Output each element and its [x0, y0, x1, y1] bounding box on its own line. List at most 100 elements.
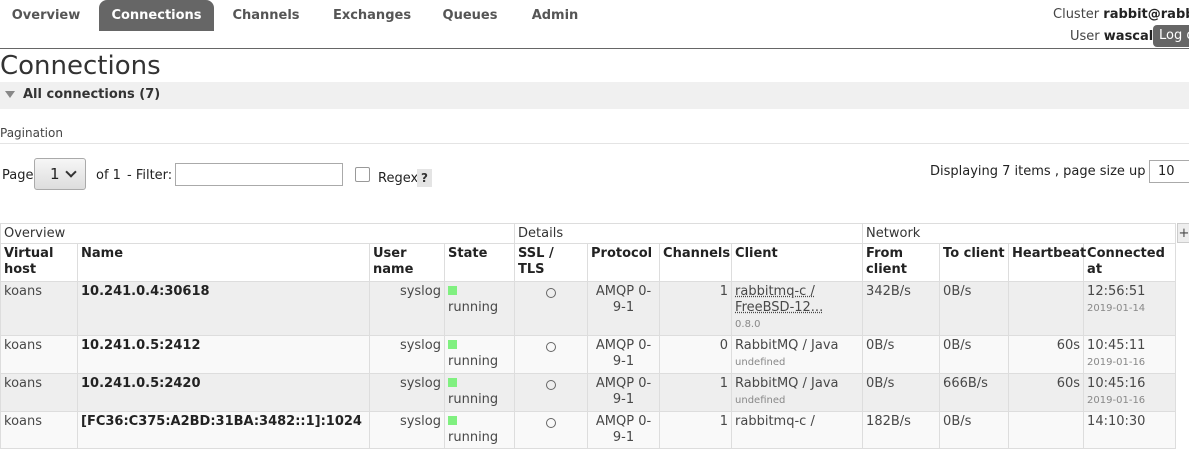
add-columns-button[interactable]: +	[1177, 223, 1189, 243]
user-cell: syslog	[369, 281, 445, 336]
protocol-cell: AMQP 0-9-1	[587, 335, 661, 374]
client-cell: RabbitMQ / Java undefined	[731, 373, 864, 412]
state-running-icon	[448, 378, 457, 387]
channels-cell: 1	[659, 411, 733, 449]
tab-connections[interactable]: Connections	[99, 0, 214, 31]
tab-exchanges[interactable]: Exchanges	[323, 0, 421, 31]
col-channels[interactable]: Channels	[659, 243, 733, 282]
help-button[interactable]: ?	[417, 169, 432, 187]
page-title: Connections	[0, 51, 161, 81]
protocol-cell: AMQP 0-9-1	[587, 411, 661, 449]
vhost-cell: koans	[0, 411, 78, 449]
heartbeat-cell: 60s	[1008, 373, 1085, 412]
ssl-cell	[514, 411, 589, 449]
col-client[interactable]: Client	[731, 243, 864, 282]
col-connected-at[interactable]: Connected at	[1083, 243, 1177, 282]
user-cell: syslog	[369, 373, 445, 412]
regex-label: Regex	[378, 171, 419, 186]
heartbeat-cell	[1008, 411, 1085, 449]
connected-time: 14:10:30	[1087, 414, 1146, 429]
cluster-label: Cluster	[1053, 7, 1100, 22]
state-text: running	[448, 300, 499, 315]
cluster-name: rabbit@rabbit	[1103, 7, 1189, 22]
ssl-cell	[514, 373, 589, 412]
channels-cell: 1	[659, 373, 733, 412]
state-text: running	[448, 430, 499, 445]
from-client-cell: 0B/s	[862, 335, 941, 374]
vhost-cell: koans	[0, 335, 78, 374]
tab-overview[interactable]: Overview	[0, 0, 92, 31]
user-name: wascal	[1103, 29, 1154, 44]
ssl-off-icon	[546, 288, 557, 298]
connection-name-link[interactable]: 10.241.0.5:2420	[77, 373, 370, 412]
connected-time: 10:45:11	[1087, 338, 1146, 353]
connected-cell: 12:56:51 2019-01-14	[1083, 281, 1177, 336]
heartbeat-cell: 60s	[1008, 335, 1085, 374]
protocol-cell: AMQP 0-9-1	[587, 281, 661, 336]
client-sub: undefined	[735, 357, 786, 368]
to-client-cell: 0B/s	[939, 335, 1010, 374]
channels-cell: 0	[659, 335, 733, 374]
state-running-icon	[448, 416, 457, 425]
section-title[interactable]: All connections (7)	[23, 87, 160, 102]
col-virtual-host[interactable]: Virtual host	[0, 243, 78, 282]
section-header[interactable]	[0, 82, 1189, 109]
collapse-triangle-icon[interactable]	[5, 91, 15, 98]
client-cell: rabbitmq-c / FreeBSD-12... 0.8.0	[731, 281, 864, 336]
state-cell: running	[443, 411, 516, 449]
connected-time: 12:56:51	[1087, 284, 1146, 299]
chevron-down-icon	[65, 166, 77, 178]
page-size-input[interactable]: 10	[1149, 160, 1189, 183]
col-name[interactable]: Name	[77, 243, 370, 282]
pagination-label: Pagination	[0, 126, 63, 140]
page-label: Page	[2, 168, 34, 183]
state-cell: running	[443, 373, 516, 412]
client-text: rabbitmq-c /	[735, 414, 815, 429]
client-text: rabbitmq-c / FreeBSD-12...	[735, 284, 824, 315]
vhost-cell: koans	[0, 281, 78, 336]
cluster-info: Cluster rabbit@rabbit	[1053, 7, 1189, 22]
pagination-divider	[0, 143, 1189, 144]
state-running-icon	[448, 286, 457, 295]
user-info: User wascal	[1070, 29, 1153, 44]
tab-admin[interactable]: Admin	[521, 0, 589, 31]
state-text: running	[448, 354, 499, 369]
col-ssl-tls[interactable]: SSL / TLS	[514, 243, 589, 282]
col-heartbeat[interactable]: Heartbeat	[1008, 243, 1086, 282]
client-cell: RabbitMQ / Java undefined	[731, 335, 864, 374]
col-state[interactable]: State	[443, 243, 516, 282]
table-row: koans 10.241.0.5:2412 syslog running AMQ…	[0, 335, 1177, 374]
connected-cell: 14:10:30	[1083, 411, 1177, 449]
page-count-label: of 1	[96, 168, 121, 183]
client-sub: 0.8.0	[735, 319, 761, 330]
client-sub: undefined	[735, 395, 786, 406]
connections-table: Overview Details Network Virtual host Na…	[0, 223, 1177, 449]
state-cell: running	[443, 335, 516, 374]
connection-name-link[interactable]: 10.241.0.5:2412	[77, 335, 370, 374]
connection-name-link[interactable]: 10.241.0.4:30618	[77, 281, 370, 336]
to-client-cell: 666B/s	[939, 373, 1010, 412]
tab-queues[interactable]: Queues	[433, 0, 507, 31]
col-user-name[interactable]: User name	[369, 243, 445, 282]
displaying-text: Displaying 7 items , page size up to:	[930, 164, 1168, 179]
connected-cell: 10:45:16 2019-01-16	[1083, 373, 1177, 412]
col-from-client[interactable]: From client	[862, 243, 941, 282]
table-row: koans [FC36:C375:A2BD:31BA:3482::1]:1024…	[0, 411, 1177, 449]
col-protocol[interactable]: Protocol	[587, 243, 661, 282]
user-label: User	[1070, 29, 1100, 44]
page-select[interactable]: 1	[34, 158, 86, 190]
col-to-client[interactable]: To client	[939, 243, 1010, 282]
regex-checkbox[interactable]	[355, 167, 370, 182]
channels-cell: 1	[659, 281, 733, 336]
from-client-cell: 182B/s	[862, 411, 941, 449]
protocol-cell: AMQP 0-9-1	[587, 373, 661, 412]
header-divider	[0, 48, 1189, 49]
table-row: koans 10.241.0.5:2420 syslog running AMQ…	[0, 373, 1177, 412]
tab-channels[interactable]: Channels	[222, 0, 310, 31]
filter-input[interactable]	[175, 163, 343, 186]
ssl-cell	[514, 281, 589, 336]
connection-name-link[interactable]: [FC36:C375:A2BD:31BA:3482::1]:1024	[77, 411, 370, 449]
logout-button[interactable]: Log o	[1153, 25, 1189, 47]
from-client-cell: 342B/s	[862, 281, 941, 336]
ssl-off-icon	[546, 342, 557, 352]
